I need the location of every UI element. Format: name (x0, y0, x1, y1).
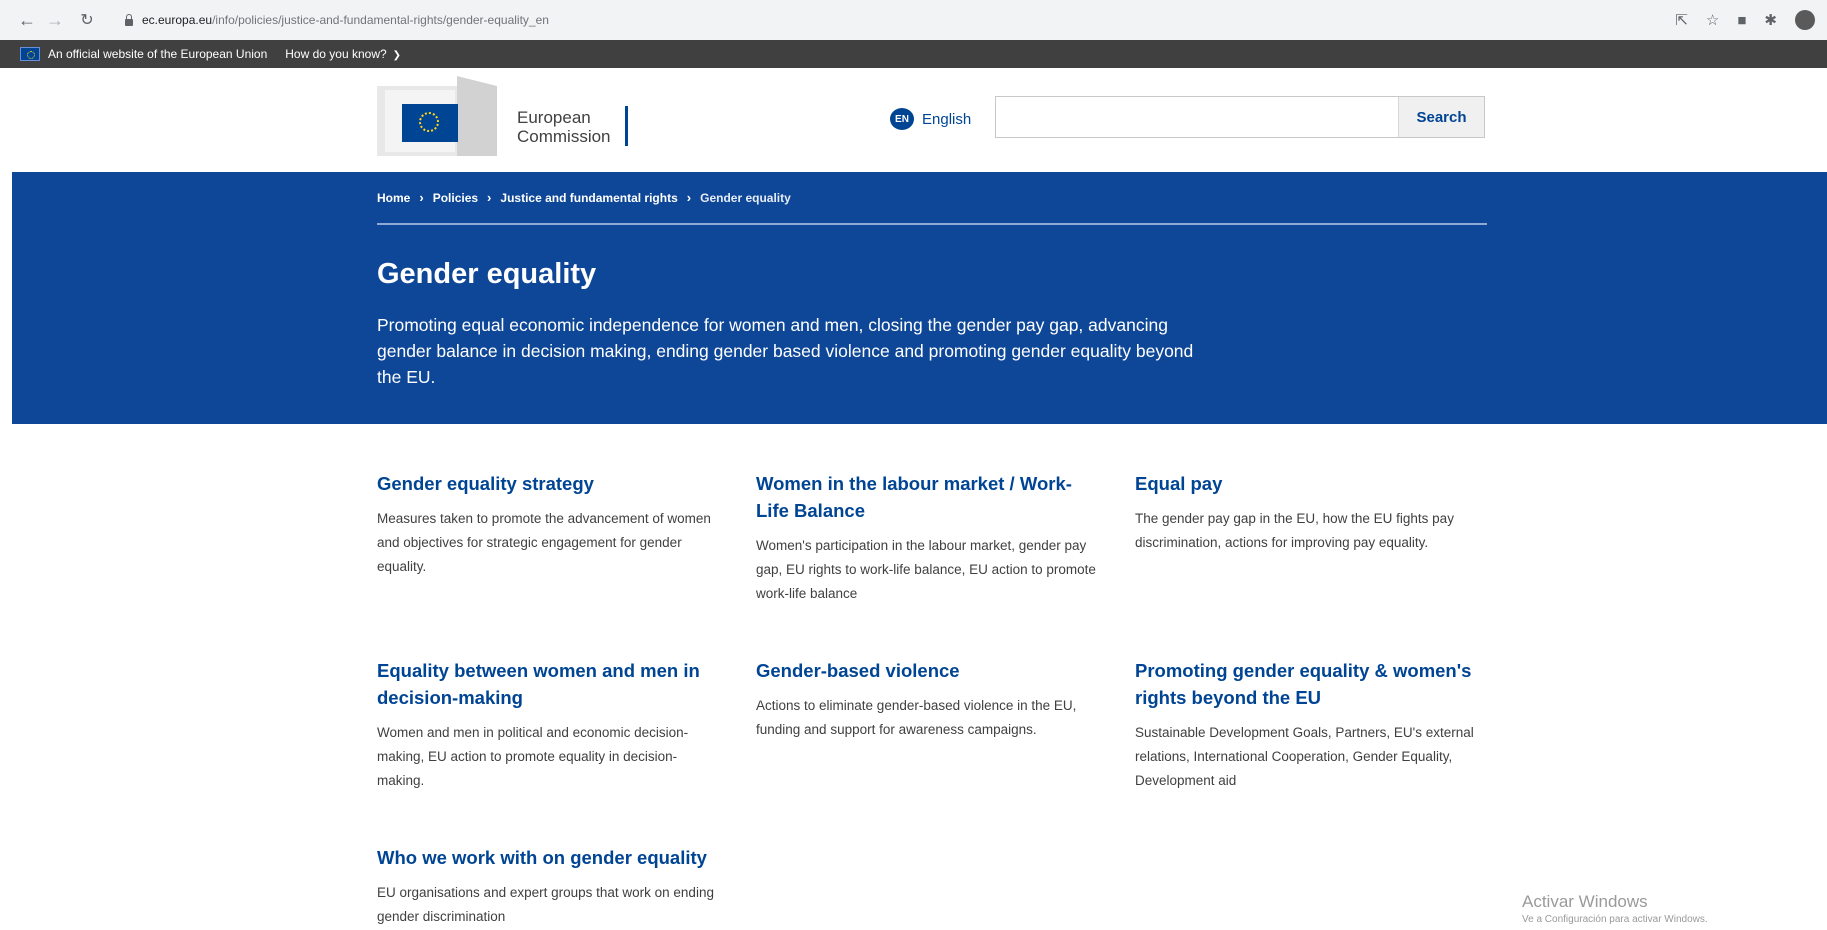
address-bar[interactable]: ec.europa.eu/info/policies/justice-and-f… (114, 6, 1654, 34)
breadcrumb-separator-icon: › (686, 190, 692, 205)
extension-icon[interactable]: ■ (1737, 12, 1746, 29)
european-commission-logo[interactable]: European Commission (377, 76, 637, 156)
windows-activation-watermark: Activar Windows Ve a Configuración para … (1522, 892, 1708, 925)
official-website-text: An official website of the European Unio… (48, 47, 268, 61)
card-description: Measures taken to promote the advancemen… (377, 511, 711, 574)
back-arrow-icon[interactable]: ← (14, 7, 40, 33)
url-domain: ec.europa.eu (142, 13, 213, 27)
card-title-link[interactable]: Gender equality strategy (377, 470, 722, 497)
page-title: Gender equality (377, 258, 597, 290)
card-title-link[interactable]: Gender-based violence (756, 657, 1101, 684)
chevron-down-icon: ❯ (392, 50, 402, 61)
language-label: English (922, 110, 972, 128)
card-description: Actions to eliminate gender-based violen… (756, 698, 1077, 737)
language-badge-icon: EN (890, 108, 914, 130)
hero-divider (377, 223, 1487, 225)
breadcrumb-separator-icon: › (487, 190, 492, 205)
eu-flag-icon (20, 47, 40, 61)
card-description: Women and men in political and economic … (377, 725, 689, 788)
breadcrumb: Home › Policies › Justice and fundamenta… (377, 190, 791, 205)
card-title-link[interactable]: Equal pay (1135, 470, 1480, 497)
breadcrumb-policies[interactable]: Policies (433, 191, 478, 205)
card-description: Women's participation in the labour mark… (756, 538, 1096, 601)
card-decision-making: Equality between women and men in decisi… (377, 657, 722, 793)
breadcrumb-justice[interactable]: Justice and fundamental rights (500, 191, 677, 205)
share-icon[interactable]: ⇱ (1675, 11, 1688, 29)
card-who-we-work-with: Who we work with on gender equality EU o… (377, 844, 722, 929)
bookmark-star-icon[interactable]: ☆ (1706, 11, 1719, 29)
card-women-labour-market: Women in the labour market / Work-Life B… (756, 470, 1101, 606)
eu-flag-icon (402, 104, 458, 142)
page-lead: Promoting equal economic independence fo… (377, 315, 1194, 387)
logo-line-1: European (517, 108, 591, 127)
page-hero: Home › Policies › Justice and fundamenta… (12, 172, 1827, 424)
card-beyond-eu: Promoting gender equality & women's righ… (1135, 657, 1480, 793)
card-title-link[interactable]: Women in the labour market / Work-Life B… (756, 470, 1101, 524)
how-know-label: How do you know? (285, 47, 387, 61)
puzzle-icon[interactable]: ✱ (1764, 11, 1777, 29)
site-header: European Commission EN English Search (0, 68, 1827, 172)
how-do-you-know-toggle[interactable]: How do you know? ❯ (285, 47, 401, 61)
card-title-link[interactable]: Promoting gender equality & women's righ… (1135, 657, 1480, 711)
profile-avatar-icon[interactable] (1795, 10, 1815, 30)
logo-wordmark: European Commission (517, 108, 611, 146)
breadcrumb-separator-icon: › (419, 190, 424, 205)
logo-divider (625, 106, 628, 146)
watermark-subtitle: Ve a Configuración para activar Windows. (1522, 914, 1708, 925)
breadcrumb-home[interactable]: Home (377, 191, 410, 205)
forward-arrow-icon[interactable]: → (42, 7, 68, 33)
search-input[interactable] (996, 97, 1398, 137)
card-gender-equality-strategy: Gender equality strategy Measures taken … (377, 470, 722, 579)
search-button[interactable]: Search (1398, 97, 1484, 137)
search-form: Search (995, 96, 1485, 138)
card-description: The gender pay gap in the EU, how the EU… (1135, 511, 1454, 550)
reload-icon[interactable]: ↻ (74, 7, 100, 33)
language-selector[interactable]: EN English (890, 108, 971, 130)
breadcrumb-current: Gender equality (700, 190, 791, 205)
watermark-title: Activar Windows (1522, 892, 1648, 911)
url-path: /info/policies/justice-and-fundamental-r… (212, 13, 549, 27)
browser-toolbar: ← → ↻ ec.europa.eu/info/policies/justice… (0, 0, 1827, 40)
card-description: Sustainable Development Goals, Partners,… (1135, 725, 1474, 788)
eu-official-bar: An official website of the European Unio… (0, 40, 1827, 68)
card-title-link[interactable]: Who we work with on gender equality (377, 844, 722, 871)
card-gender-based-violence: Gender-based violence Actions to elimina… (756, 657, 1101, 742)
browser-actions: ⇱ ☆ ■ ✱ (1675, 0, 1815, 40)
logo-line-2: Commission (517, 127, 611, 146)
card-title-link[interactable]: Equality between women and men in decisi… (377, 657, 722, 711)
card-description: EU organisations and expert groups that … (377, 885, 714, 924)
lock-icon (124, 14, 134, 26)
card-equal-pay: Equal pay The gender pay gap in the EU, … (1135, 470, 1480, 555)
